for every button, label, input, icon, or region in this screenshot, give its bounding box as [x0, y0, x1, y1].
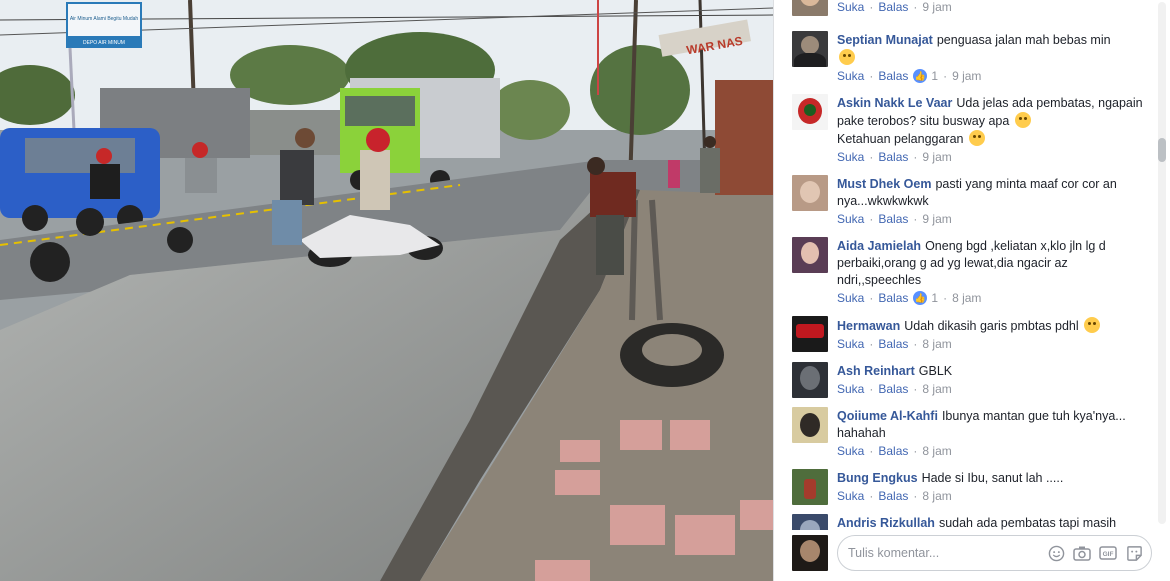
- comment-text: sudah ada pembatas tapi masih: [938, 516, 1117, 530]
- comment-item: Andris Rizkullah sudah ada pembatas tapi …: [792, 514, 1152, 530]
- comment-author[interactable]: Andris Rizkullah: [837, 516, 935, 530]
- current-user-avatar[interactable]: [792, 535, 828, 571]
- sign-text: Air Minum Alami Begitu Mudah: [70, 16, 139, 22]
- road-construction-photo: Air Minum Alami Begitu Mudah DEPO AIR MI…: [0, 0, 773, 581]
- reply-link[interactable]: Balas: [878, 381, 908, 397]
- avatar[interactable]: [792, 469, 828, 505]
- avatar[interactable]: [792, 514, 828, 530]
- scrollbar-thumb[interactable]: [1158, 138, 1166, 162]
- comment-item: Ash Reinhart GBLK Suka · Balas · 8 jam: [792, 362, 1152, 398]
- comment-time[interactable]: 9 jam: [922, 0, 951, 15]
- thumbs-up-icon: 👍: [913, 291, 928, 305]
- comments-panel: Suka · Balas · 9 jam Septian Munajat peng…: [773, 0, 1170, 581]
- avatar[interactable]: [792, 0, 828, 16]
- like-link[interactable]: Suka: [837, 336, 864, 352]
- laughing-emoji-icon: [1014, 112, 1031, 128]
- sleepy-emoji-icon: [1084, 317, 1101, 333]
- comments-scrollbar[interactable]: [1158, 2, 1166, 524]
- avatar[interactable]: [792, 407, 828, 443]
- comment-item: Must Dhek Oem pasti yang minta maaf cor c…: [792, 175, 1152, 227]
- emoji-icon[interactable]: [1047, 544, 1065, 562]
- comment-item: Hermawan Udah dikasih garis pmbtas pdhl S…: [792, 316, 1152, 352]
- like-link[interactable]: Suka: [837, 0, 864, 15]
- gif-icon[interactable]: GIF: [1099, 544, 1117, 562]
- like-link[interactable]: Suka: [837, 149, 864, 165]
- comment-time[interactable]: 8 jam: [922, 443, 951, 459]
- avatar[interactable]: [792, 94, 828, 130]
- avatar[interactable]: [792, 237, 828, 273]
- camera-icon[interactable]: [1073, 544, 1091, 562]
- comment-list[interactable]: Suka · Balas · 9 jam Septian Munajat peng…: [774, 0, 1157, 530]
- comment-composer: GIF: [792, 534, 1152, 572]
- comment-text: GBLK: [918, 364, 953, 378]
- comment-author[interactable]: Ash Reinhart: [837, 364, 915, 378]
- comment-time[interactable]: 8 jam: [922, 336, 951, 352]
- comment-time[interactable]: 8 jam: [922, 488, 951, 504]
- comment-item: Bung Engkus Hade si Ibu, sanut lah ..... …: [792, 469, 1152, 505]
- reply-link[interactable]: Balas: [878, 0, 908, 15]
- like-link[interactable]: Suka: [837, 381, 864, 397]
- reply-link[interactable]: Balas: [878, 336, 908, 352]
- comment-time[interactable]: 8 jam: [952, 290, 981, 306]
- reply-link[interactable]: Balas: [878, 290, 908, 306]
- comment-text: Udah dikasih garis pmbtas pdhl: [904, 319, 1079, 333]
- like-link[interactable]: Suka: [837, 68, 864, 84]
- avatar[interactable]: [792, 175, 828, 211]
- comment-item: Aida Jamielah Oneng bgd ,keliatan x,klo j…: [792, 237, 1152, 306]
- reply-link[interactable]: Balas: [878, 68, 908, 84]
- comment-text-line2: Ketahuan pelanggaran: [837, 132, 964, 146]
- comment-author[interactable]: Qoiiume Al-Kahfi: [837, 409, 938, 423]
- comment-item: Askin Nakk Le Vaar Uda jelas ada pembatas…: [792, 94, 1152, 165]
- laughing-emoji-icon: [969, 130, 985, 146]
- comment-author[interactable]: Askin Nakk Le Vaar: [837, 96, 952, 110]
- reply-link[interactable]: Balas: [878, 149, 908, 165]
- comment-input[interactable]: [848, 546, 1039, 560]
- comment-item: Septian Munajat penguasa jalan mah bebas …: [792, 31, 1152, 84]
- comment-author[interactable]: Must Dhek Oem: [837, 177, 931, 191]
- reply-link[interactable]: Balas: [878, 488, 908, 504]
- comment-author[interactable]: Septian Munajat: [837, 33, 933, 47]
- avatar[interactable]: [792, 362, 828, 398]
- like-link[interactable]: Suka: [837, 211, 864, 227]
- comment-input-box[interactable]: GIF: [837, 535, 1152, 571]
- comment-text: Hade si Ibu, sanut lah .....: [921, 471, 1064, 485]
- svg-text:GIF: GIF: [1103, 551, 1114, 558]
- comment-author[interactable]: Aida Jamielah: [837, 239, 921, 253]
- comment-time[interactable]: 9 jam: [952, 68, 981, 84]
- reply-link[interactable]: Balas: [878, 443, 908, 459]
- like-link[interactable]: Suka: [837, 488, 864, 504]
- avatar[interactable]: [792, 316, 828, 352]
- comment-text: penguasa jalan mah bebas min: [936, 33, 1111, 47]
- reply-link[interactable]: Balas: [878, 211, 908, 227]
- comment-item: Qoiiume Al-Kahfi Ibunya mantan gue tuh ky…: [792, 407, 1152, 459]
- thumbs-up-icon: 👍: [913, 69, 928, 83]
- comment-time[interactable]: 8 jam: [922, 381, 951, 397]
- comment-author[interactable]: Bung Engkus: [837, 471, 918, 485]
- smile-emoji-icon: [839, 49, 855, 65]
- sign-footer-text: DEPO AIR MINUM: [83, 40, 125, 46]
- comment-time[interactable]: 9 jam: [922, 149, 951, 165]
- sticker-icon[interactable]: [1125, 544, 1143, 562]
- comment-author[interactable]: Hermawan: [837, 319, 900, 333]
- post-photo[interactable]: Air Minum Alami Begitu Mudah DEPO AIR MI…: [0, 0, 773, 581]
- like-link[interactable]: Suka: [837, 443, 864, 459]
- like-link[interactable]: Suka: [837, 290, 864, 306]
- comment-time[interactable]: 9 jam: [922, 211, 951, 227]
- comment-item: Suka · Balas · 9 jam: [792, 0, 1152, 16]
- avatar[interactable]: [792, 31, 828, 67]
- reaction-count[interactable]: 👍 1: [913, 290, 938, 306]
- reaction-count[interactable]: 👍 1: [913, 68, 938, 84]
